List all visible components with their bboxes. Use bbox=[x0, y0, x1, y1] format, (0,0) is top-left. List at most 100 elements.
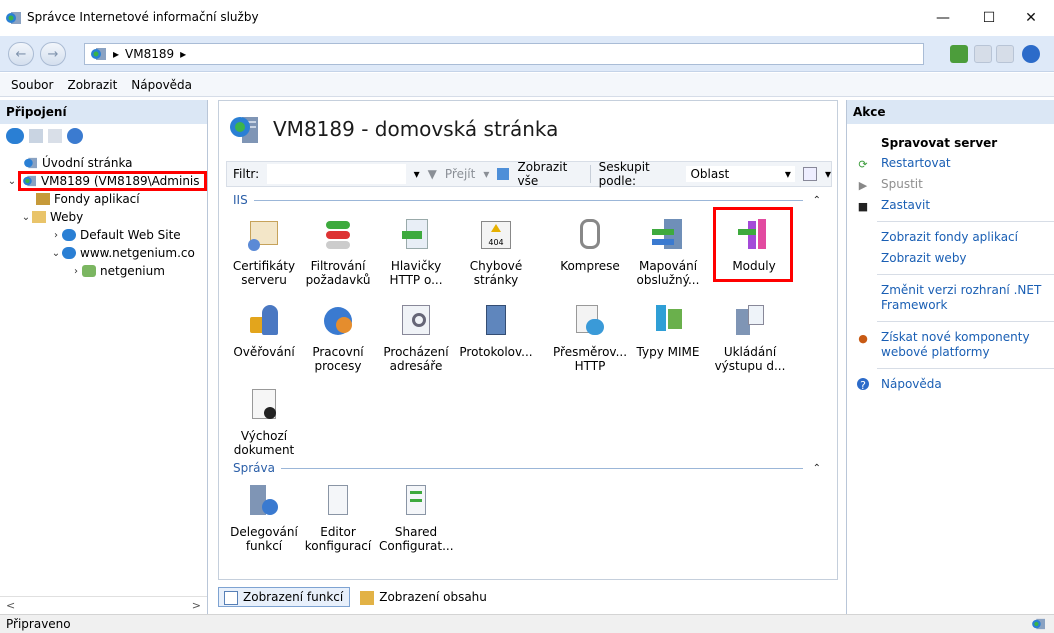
folder-icon[interactable] bbox=[48, 129, 62, 143]
disconnect-icon[interactable] bbox=[67, 128, 83, 144]
address-path[interactable]: ▸ VM8189 ▸ bbox=[84, 43, 924, 65]
connect-icon[interactable] bbox=[6, 128, 24, 144]
horizontal-scrollbar[interactable]: < > bbox=[0, 596, 207, 614]
group-header-iis[interactable]: IIS bbox=[233, 193, 803, 207]
chevron-right-icon[interactable]: › bbox=[50, 230, 62, 241]
action-help[interactable]: ? Nápověda bbox=[847, 377, 1054, 392]
go-button[interactable]: Přejít bbox=[445, 167, 475, 181]
feature-http-redirect[interactable]: Přesměrov... HTTP bbox=[553, 303, 627, 373]
feature-error-pages[interactable]: 404 Chybové stránky bbox=[459, 217, 533, 287]
feature-request-filtering[interactable]: Filtrování požadavků bbox=[301, 217, 375, 287]
tree-item-server[interactable]: ⌄ VM8189 (VM8189\Adminis bbox=[0, 171, 207, 191]
feature-label: Přesměrov... bbox=[553, 345, 628, 359]
breadcrumb-node[interactable]: VM8189 bbox=[125, 47, 174, 61]
action-restart[interactable]: ⟳ Restartovat bbox=[847, 156, 1054, 171]
action-view-app-pools[interactable]: Zobrazit fondy aplikací bbox=[847, 230, 1054, 245]
tree-item-app-pools[interactable]: Fondy aplikací bbox=[0, 190, 207, 208]
collapse-iis-icon[interactable]: ⌃ bbox=[813, 195, 821, 206]
back-button[interactable]: ← bbox=[8, 42, 34, 66]
platform-installer-icon: ● bbox=[858, 332, 868, 345]
config-editor-icon bbox=[320, 483, 356, 519]
tree-item-home[interactable]: Úvodní stránka bbox=[0, 154, 207, 172]
feature-directory-browsing[interactable]: Procházení adresáře bbox=[379, 303, 453, 373]
page-title: VM8189 - domovská stránka bbox=[273, 117, 559, 141]
action-start[interactable]: ▶ Spustit bbox=[847, 177, 1054, 192]
action-view-sites[interactable]: Zobrazit weby bbox=[847, 251, 1054, 266]
action-label: Získat nové komponenty webové platformy bbox=[881, 330, 1030, 359]
group-by-select[interactable]: Oblast ▾ bbox=[686, 166, 795, 182]
action-label: Restartovat bbox=[881, 156, 951, 170]
feature-mime-types[interactable]: Typy MIME bbox=[631, 303, 705, 359]
refresh-icon[interactable] bbox=[950, 45, 968, 63]
stop-icon[interactable] bbox=[974, 45, 992, 63]
feature-default-document[interactable]: Výchozí dokument bbox=[227, 387, 301, 457]
feature-worker-processes[interactable]: Pracovní procesy bbox=[301, 303, 375, 373]
server-icon bbox=[91, 48, 106, 60]
feature-shared-config[interactable]: Shared Configurat... bbox=[379, 483, 454, 553]
action-get-components[interactable]: ● Získat nové komponenty webové platformy bbox=[847, 330, 1047, 360]
group-by-label: Seskupit podle: bbox=[598, 160, 650, 188]
chevron-right-icon[interactable]: › bbox=[70, 266, 82, 277]
feature-logging[interactable]: Protokolov... bbox=[459, 303, 533, 359]
feature-label: Výchozí bbox=[240, 429, 288, 443]
feature-authentication[interactable]: Ověřování bbox=[227, 303, 301, 359]
forward-button[interactable]: → bbox=[40, 42, 66, 66]
menu-item-help[interactable]: Nápověda bbox=[131, 78, 192, 92]
show-all-button[interactable]: Zobrazit vše bbox=[517, 160, 581, 188]
scroll-left-button[interactable]: < bbox=[6, 599, 15, 612]
delegation-icon bbox=[246, 483, 282, 519]
close-button[interactable]: ✕ bbox=[1008, 4, 1054, 32]
tree-item-site2[interactable]: ⌄ www.netgenium.co bbox=[0, 244, 207, 262]
collapse-manage-icon[interactable]: ⌃ bbox=[813, 463, 821, 474]
tree-item-default-site[interactable]: › Default Web Site bbox=[0, 226, 207, 244]
feature-config-editor[interactable]: Editor konfigurací bbox=[301, 483, 375, 553]
chevron-down-icon[interactable]: ⌄ bbox=[6, 176, 18, 187]
feature-http-headers[interactable]: Hlavičky HTTP o... bbox=[379, 217, 453, 287]
action-label: Zobrazit fondy aplikací bbox=[881, 230, 1018, 244]
feature-handler-mappings[interactable]: Mapování obslužný... bbox=[631, 217, 705, 287]
help-icon[interactable] bbox=[1022, 45, 1040, 63]
server-selection: VM8189 (VM8189\Adminis bbox=[17, 171, 207, 191]
feature-compression[interactable]: Komprese bbox=[553, 217, 627, 273]
action-stop[interactable]: ■ Zastavit bbox=[847, 198, 1054, 213]
content-view-icon bbox=[360, 591, 375, 605]
minimize-button[interactable]: — bbox=[920, 4, 966, 32]
path-separator: ▸ bbox=[113, 47, 120, 61]
tree-label: Úvodní stránka bbox=[42, 156, 133, 170]
play-icon: ▶ bbox=[858, 179, 868, 192]
filter-dropdown-icon[interactable]: ▾ bbox=[414, 167, 420, 181]
tab-content-view[interactable]: Zobrazení obsahu bbox=[354, 587, 494, 607]
chevron-down-icon[interactable]: ⌄ bbox=[50, 248, 62, 259]
tab-features-label: Zobrazení funkcí bbox=[243, 590, 344, 604]
menu-item-view[interactable]: Zobrazit bbox=[67, 78, 117, 92]
directory-browsing-icon bbox=[398, 303, 434, 339]
server-icon bbox=[230, 117, 258, 143]
tree-label: Weby bbox=[50, 210, 84, 224]
tree-item-sites[interactable]: ⌄ Weby bbox=[0, 208, 207, 226]
feature-certificates[interactable]: Certifikáty serveru bbox=[227, 217, 301, 287]
connections-toolbar bbox=[0, 124, 207, 148]
scroll-right-button[interactable]: > bbox=[192, 599, 201, 612]
action-change-net[interactable]: Změnit verzi rozhraní .NET Framework bbox=[847, 283, 1047, 313]
home-icon[interactable] bbox=[996, 45, 1014, 63]
go-dropdown-icon[interactable]: ▾ bbox=[483, 167, 489, 181]
tree-item-app[interactable]: › netgenium bbox=[0, 262, 207, 280]
redirect-icon bbox=[572, 303, 608, 339]
title-bar: Správce Internetové informační služby — … bbox=[0, 0, 1054, 36]
chevron-down-icon[interactable]: ⌄ bbox=[20, 212, 32, 223]
status-bar: Připraveno bbox=[0, 614, 1054, 633]
maximize-button[interactable]: ☐ bbox=[966, 4, 1012, 32]
save-icon[interactable] bbox=[29, 129, 43, 143]
view-mode-dropdown-icon[interactable]: ▾ bbox=[825, 167, 831, 181]
menu-item-file[interactable]: Soubor bbox=[11, 78, 53, 92]
iis-app-icon bbox=[6, 12, 21, 24]
feature-output-caching[interactable]: Ukládání výstupu d... bbox=[713, 303, 787, 373]
server-status-icon bbox=[1032, 618, 1045, 630]
manage-server-title: Spravovat server bbox=[881, 136, 998, 150]
tab-features-view[interactable]: Zobrazení funkcí bbox=[218, 587, 351, 607]
filter-input[interactable] bbox=[267, 164, 406, 184]
feature-delegation[interactable]: Delegování funkcí bbox=[227, 483, 301, 553]
group-header-manage[interactable]: Správa bbox=[233, 461, 803, 475]
stop-icon: ■ bbox=[857, 200, 869, 213]
view-mode-icon[interactable] bbox=[802, 167, 817, 181]
